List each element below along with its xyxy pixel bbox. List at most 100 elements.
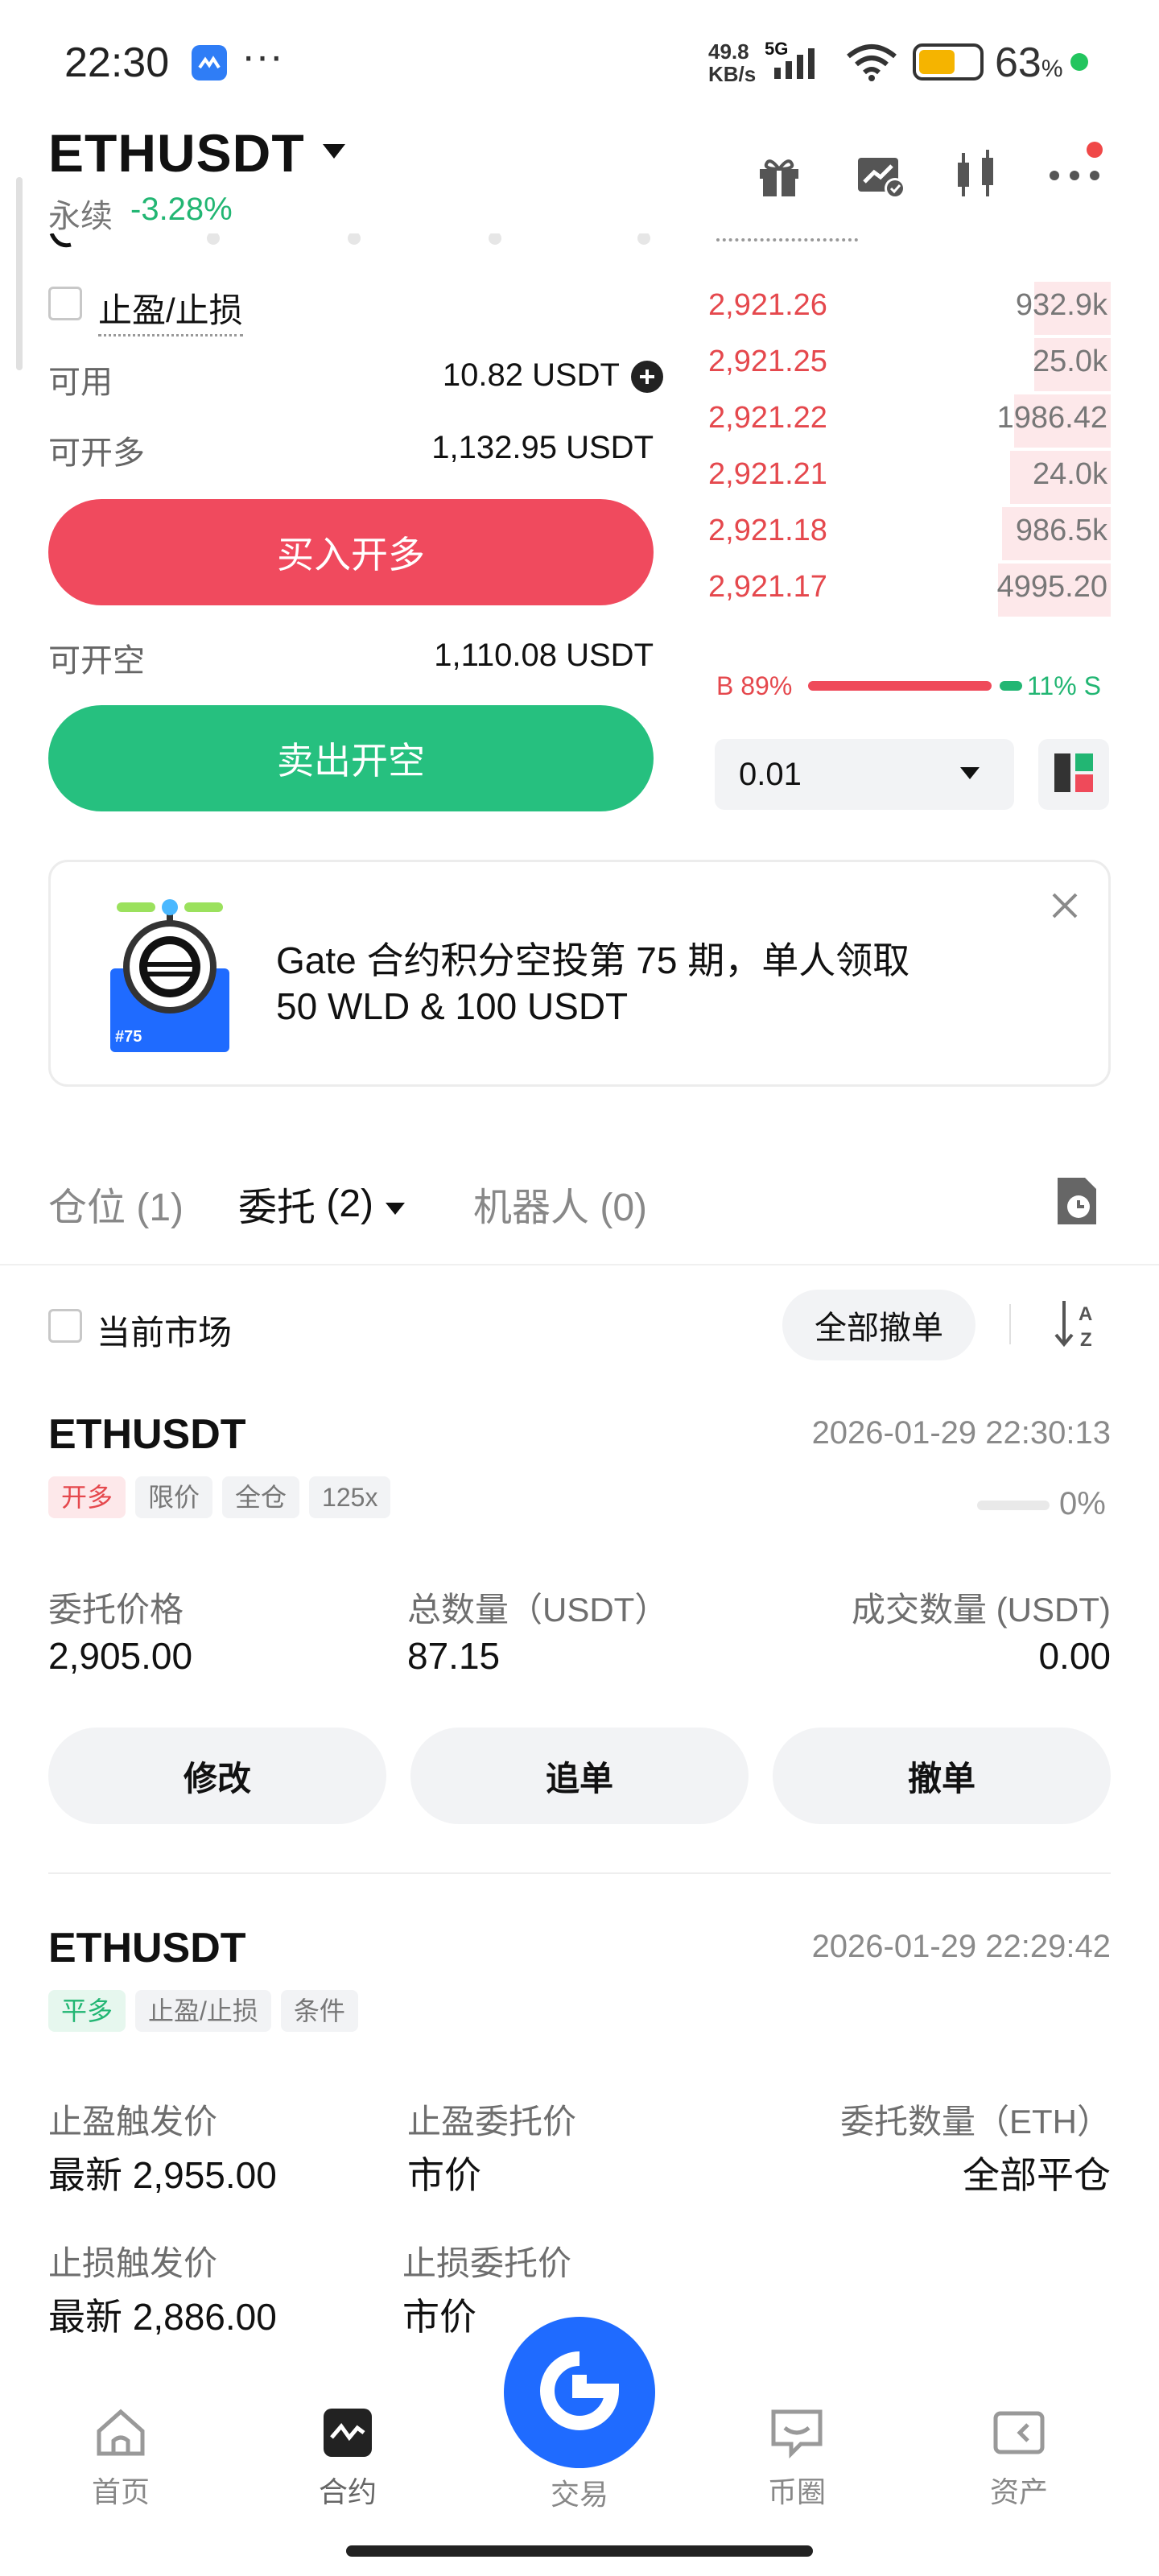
- orderbook-ask-row[interactable]: 2,921.22 1986.42: [708, 393, 1111, 449]
- nav-assets[interactable]: 资产: [938, 2407, 1099, 2511]
- camera-indicator-icon: [1070, 53, 1088, 71]
- orderbook-layout-button[interactable]: [1038, 739, 1109, 810]
- futures-icon: [322, 2409, 373, 2462]
- symbol-selector[interactable]: ETHUSDT: [48, 122, 347, 184]
- contract-type: 永续: [48, 199, 113, 234]
- order-history-icon[interactable]: [1051, 1172, 1103, 1230]
- tab-bots[interactable]: 机器人 (0): [473, 1175, 647, 1232]
- divider: [48, 1872, 1111, 1874]
- battery-percent: 63%: [995, 39, 1063, 86]
- square-icon: [769, 2409, 825, 2462]
- sl-trigger-label: 止损触发价: [48, 2244, 218, 2282]
- home-icon: [93, 2409, 149, 2462]
- order-symbol: ETHUSDT: [48, 1411, 246, 1458]
- order-filled-value: 0.00: [1038, 1635, 1111, 1677]
- order-total-label: 总数量（USDT）: [407, 1591, 669, 1629]
- orderbook-ask-row[interactable]: 2,921.21 24.0k: [708, 449, 1111, 506]
- buy-ratio-label: B 89%: [716, 671, 793, 700]
- tag-condition: 条件: [280, 1990, 358, 2032]
- caret-down-icon: [959, 766, 980, 785]
- scroll-indicator: [16, 177, 23, 370]
- tp-trigger-label: 止盈触发价: [48, 2103, 218, 2140]
- ask-quantity: 4995.20: [996, 570, 1107, 604]
- cancel-order-button[interactable]: 撤单: [773, 1728, 1111, 1824]
- ask-price: 2,921.17: [708, 570, 827, 604]
- nav-trade-label[interactable]: 交易: [499, 2471, 660, 2513]
- sl-trigger-value: 最新 2,886.00: [48, 2296, 277, 2338]
- nav-futures[interactable]: 合约: [267, 2407, 428, 2511]
- tab-positions[interactable]: 仓位 (1): [48, 1175, 184, 1232]
- symbol-title: ETHUSDT: [48, 123, 305, 183]
- current-market-checkbox[interactable]: [48, 1309, 82, 1343]
- status-time: 22:30: [64, 39, 170, 86]
- close-icon[interactable]: [1046, 886, 1084, 925]
- wifi-icon: [845, 42, 898, 86]
- nav-square[interactable]: 币圈: [716, 2407, 877, 2511]
- ask-price: 2,921.26: [708, 288, 827, 322]
- tab-orders[interactable]: 委托 (2): [238, 1175, 406, 1232]
- price-change: -3.28%: [130, 192, 233, 227]
- ask-price: 2,921.25: [708, 345, 827, 378]
- tp-trigger-value: 最新 2,955.00: [48, 2154, 277, 2196]
- tp-sl-label[interactable]: 止盈/止损: [98, 283, 243, 336]
- leverage-slider[interactable]: [48, 233, 654, 251]
- net-speed: 49.8 KB/s: [708, 39, 757, 86]
- chart-check-icon[interactable]: [853, 150, 909, 201]
- order-total-value: 87.15: [407, 1635, 501, 1677]
- ask-quantity: 24.0k: [1033, 457, 1107, 491]
- fill-progress-bar: [977, 1501, 1050, 1510]
- nav-trade-button[interactable]: [504, 2317, 655, 2468]
- tag-leverage: 125x: [309, 1476, 391, 1518]
- buy-long-button[interactable]: 买入开多: [48, 499, 654, 605]
- tag-side: 开多: [48, 1476, 126, 1518]
- add-funds-icon[interactable]: [631, 361, 663, 393]
- modify-button[interactable]: 修改: [48, 1728, 386, 1824]
- buy-sell-ratio-bar: [808, 681, 1022, 691]
- tag-type: 限价: [135, 1476, 213, 1518]
- ask-quantity: 986.5k: [1015, 514, 1107, 547]
- signal-icon: 5G: [765, 39, 829, 86]
- svg-text:Z: Z: [1080, 1329, 1092, 1351]
- banner-badge: #75: [115, 1028, 142, 1046]
- tp-sl-checkbox[interactable]: [48, 287, 82, 320]
- chase-order-button[interactable]: 追单: [410, 1728, 749, 1824]
- sell-short-button[interactable]: 卖出开空: [48, 705, 654, 811]
- gift-icon[interactable]: [753, 150, 805, 201]
- orderbook-ask-row[interactable]: 2,921.18 986.5k: [708, 506, 1111, 562]
- sort-icon[interactable]: AZ: [1051, 1296, 1103, 1352]
- more-notifications-icon: ···: [241, 33, 283, 80]
- can-long-label: 可开多: [48, 436, 145, 471]
- divider: [0, 1264, 1159, 1265]
- ask-quantity: 25.0k: [1033, 345, 1107, 378]
- more-menu-icon[interactable]: [1046, 158, 1103, 190]
- candlestick-icon[interactable]: [950, 147, 1003, 203]
- available-label: 可用: [48, 365, 113, 400]
- caret-down-icon: [385, 1182, 406, 1226]
- order-tags: 开多 限价 全仓 125x: [48, 1476, 400, 1518]
- battery-icon: [913, 43, 984, 80]
- current-market-label[interactable]: 当前市场: [97, 1306, 232, 1355]
- tag-margin: 全仓: [222, 1476, 300, 1518]
- orderbook-ask-row[interactable]: 2,921.26 932.9k: [708, 280, 1111, 336]
- notification-dot: [1087, 142, 1103, 158]
- sl-order-value: 市价: [402, 2296, 476, 2338]
- orderbook-ask-row[interactable]: 2,921.25 25.0k: [708, 336, 1111, 393]
- cancel-all-button[interactable]: 全部撤单: [782, 1290, 975, 1360]
- nav-home[interactable]: 首页: [40, 2407, 201, 2511]
- order-time: 2026-01-29 22:30:13: [811, 1415, 1111, 1451]
- order-qty-value: 全部平仓: [963, 2154, 1111, 2196]
- precision-value: 0.01: [739, 757, 802, 792]
- ask-price: 2,921.18: [708, 514, 827, 547]
- tag-type: 止盈/止损: [135, 1990, 271, 2032]
- tp-order-label: 止盈委托价: [407, 2103, 577, 2140]
- order-qty-label: 委托数量（ETH）: [839, 2103, 1111, 2140]
- order-time: 2026-01-29 22:29:42: [811, 1929, 1111, 1964]
- precision-select[interactable]: 0.01: [715, 739, 1014, 810]
- order-filled-label: 成交数量 (USDT): [852, 1591, 1111, 1629]
- divider: [1009, 1304, 1011, 1344]
- fill-progress-value: 0%: [1059, 1486, 1106, 1521]
- caret-down-icon: [321, 142, 347, 164]
- orderbook-ask-row[interactable]: 2,921.17 4995.20: [708, 562, 1111, 618]
- wallet-icon: [991, 2411, 1047, 2462]
- promo-banner[interactable]: #75 Gate 合约积分空投第 75 期，单人领取 50 WLD & 100 …: [48, 860, 1111, 1087]
